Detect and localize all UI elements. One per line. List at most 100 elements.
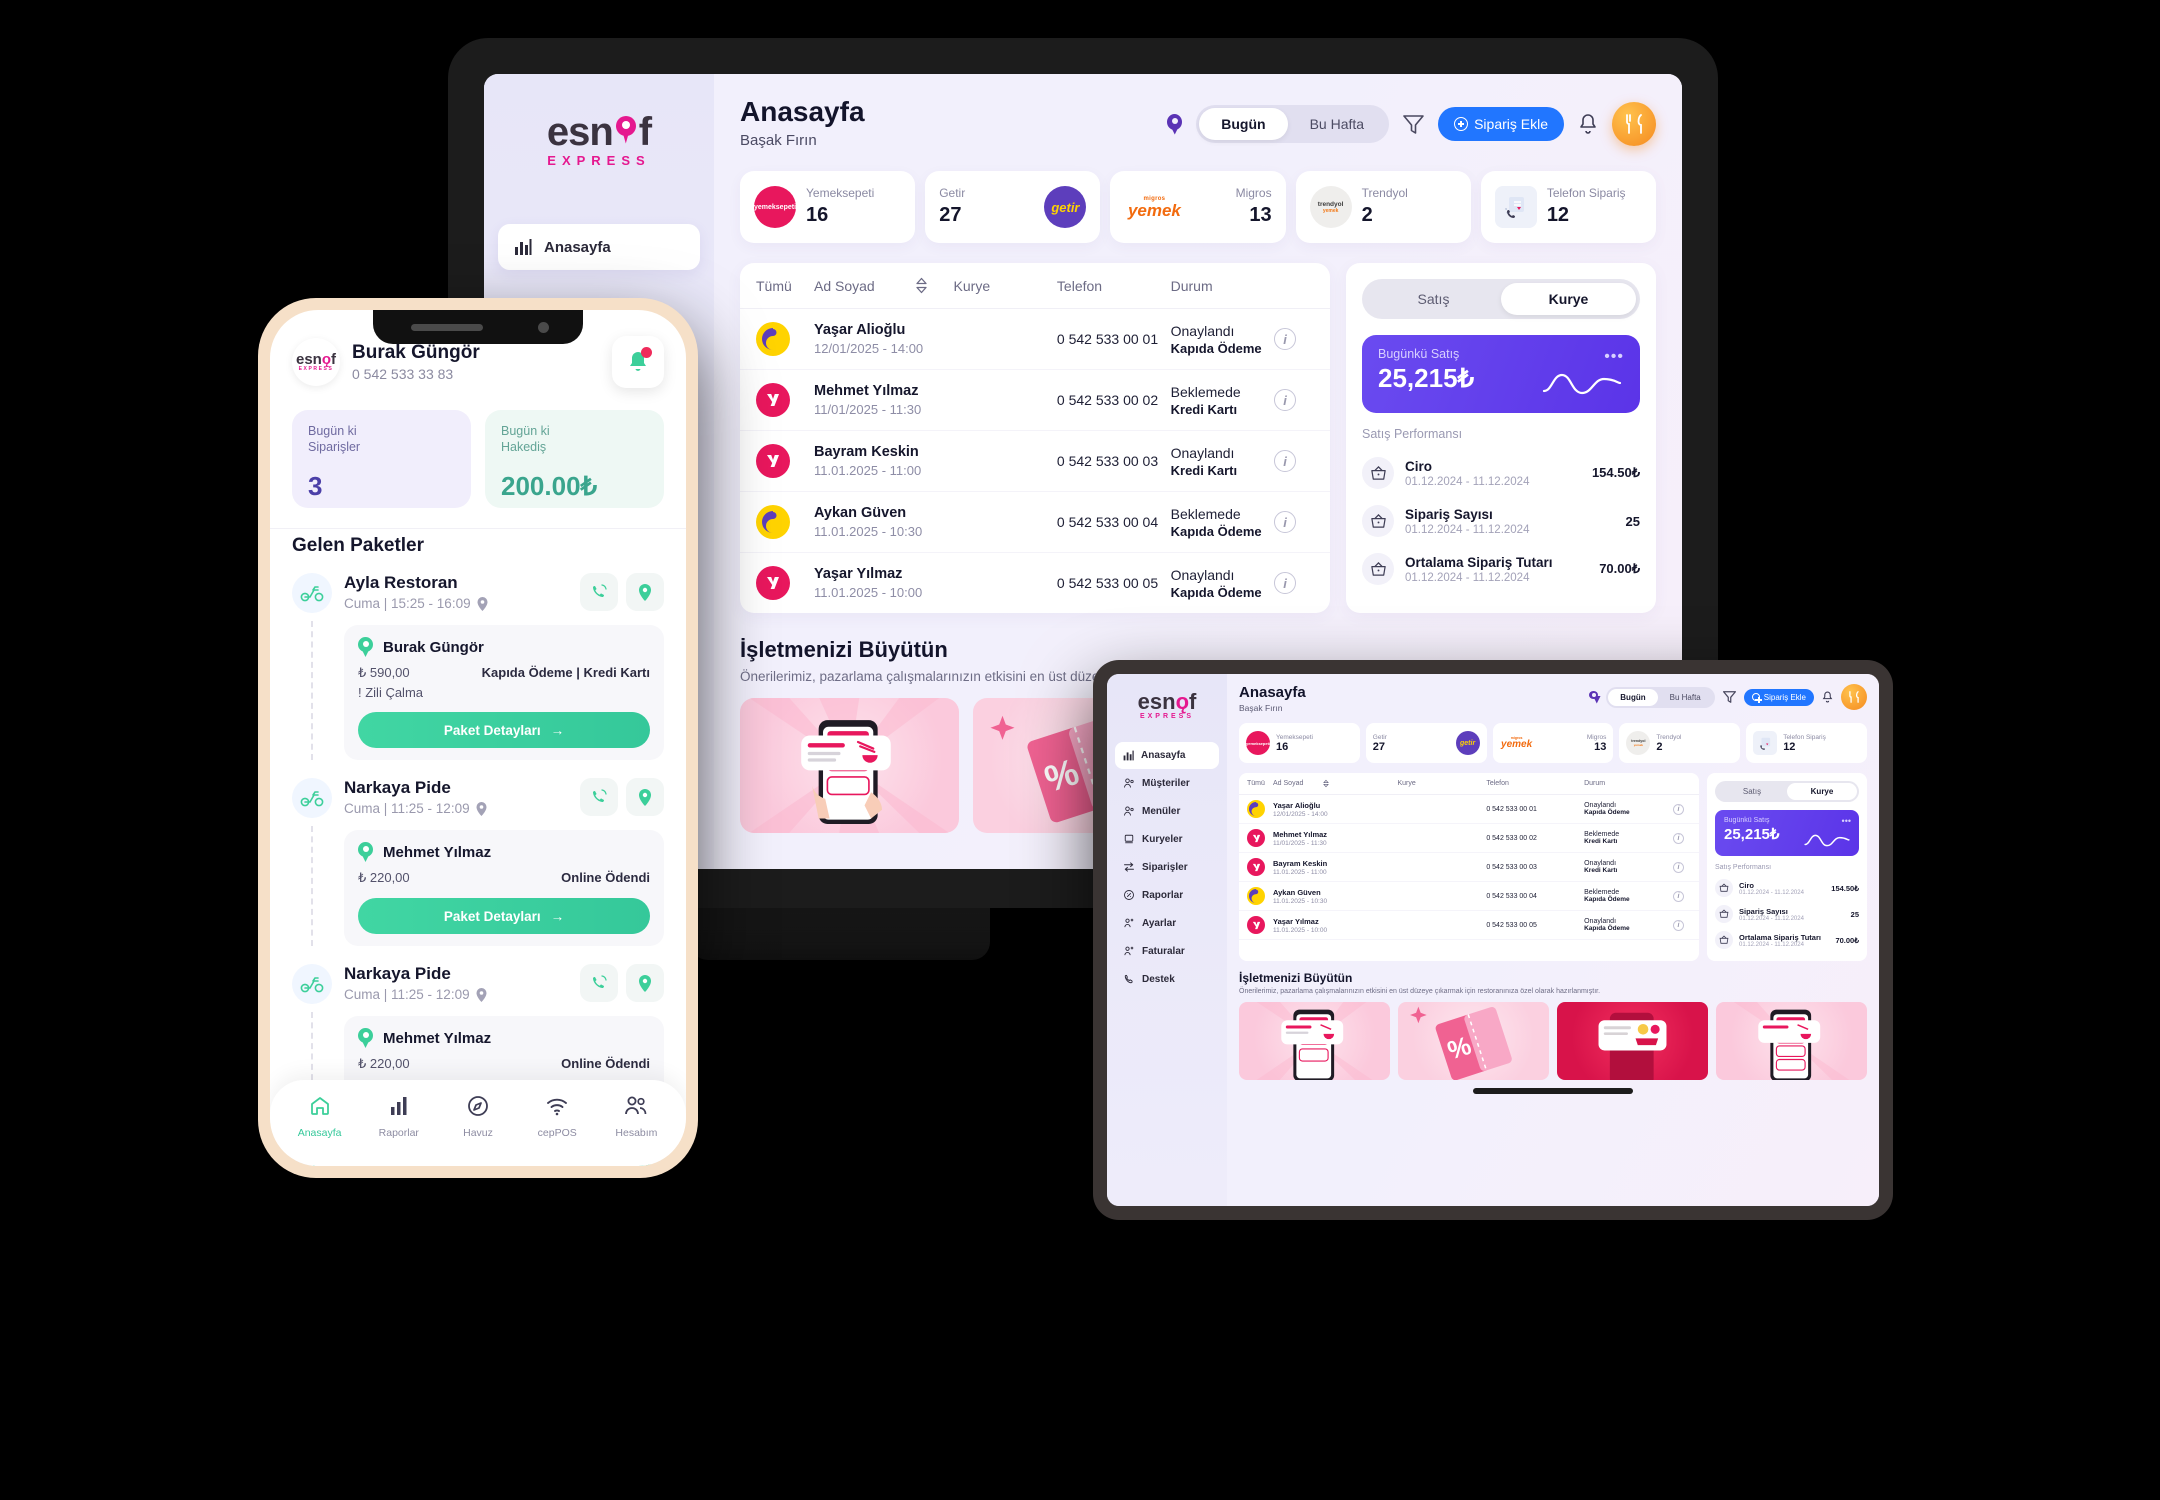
table-row[interactable]: Aykan Güven 11.01.2025 - 10:30 0 542 533 … xyxy=(740,492,1330,553)
sidebar-item-faturalar[interactable]: Faturalar xyxy=(1115,937,1219,965)
platform-card-yemeksepeti[interactable]: yemeksepeti Yemeksepeti 16 xyxy=(740,171,916,243)
info-circle-icon[interactable]: i xyxy=(1673,832,1684,844)
map-pin-icon[interactable] xyxy=(1167,113,1183,135)
sidebar-item-anasayfa[interactable]: Anasayfa xyxy=(498,224,700,270)
bell-icon[interactable] xyxy=(1578,113,1598,135)
motorbike-icon xyxy=(292,778,332,818)
discount-ticket-promo[interactable]: % xyxy=(1398,1002,1549,1080)
home-indicator xyxy=(1473,1088,1633,1094)
phone-menu-promo[interactable] xyxy=(740,698,959,833)
tab-kurye[interactable]: Kurye xyxy=(1501,283,1636,315)
sidebar-item-menuler[interactable]: Menüler xyxy=(1115,797,1219,825)
sidebar-item-ayarlar[interactable]: Ayarlar xyxy=(1115,909,1219,937)
range-option-buhafta[interactable]: Bu Hafta xyxy=(1658,689,1713,706)
info-circle-icon[interactable]: i xyxy=(1274,328,1296,350)
sidebar-item-raporlar[interactable]: Raporlar xyxy=(1115,881,1219,909)
desktop-sidebar-menu: Anasayfa xyxy=(484,204,714,290)
table-row[interactable]: Mehmet Yılmaz 11/01/2025 - 11:30 0 542 533… xyxy=(1239,824,1699,853)
info-circle-icon[interactable]: i xyxy=(1673,919,1684,931)
info-circle-icon[interactable]: i xyxy=(1673,890,1684,902)
table-row[interactable]: Yaşar Alioğlu 12/01/2025 - 14:00 0 542 533… xyxy=(1239,795,1699,824)
call-button[interactable] xyxy=(580,778,618,816)
add-order-button[interactable]: Sipariş Ekle xyxy=(1743,688,1814,706)
column-kurye: Kurye xyxy=(1397,780,1416,787)
monitor-stand xyxy=(690,908,990,960)
sort-updown-icon[interactable] xyxy=(915,277,928,294)
yemeksepeti-logo: yemeksepeti xyxy=(1246,731,1270,755)
info-circle-icon[interactable]: i xyxy=(1274,572,1296,594)
range-option-buhafta[interactable]: Bu Hafta xyxy=(1288,108,1386,140)
tab-satis[interactable]: Satış xyxy=(1717,783,1787,800)
more-dots-icon[interactable]: ••• xyxy=(1604,348,1624,366)
joker-promo[interactable]: JOKER xyxy=(1557,1002,1708,1080)
range-option-bugun[interactable]: Bugün xyxy=(1608,688,1658,706)
nav-item-hesabim[interactable]: Hesabım xyxy=(597,1094,676,1139)
nav-item-ceppos[interactable]: cepPOS xyxy=(518,1094,597,1139)
info-circle-icon[interactable]: i xyxy=(1274,389,1296,411)
sales-tabs[interactable]: Satış Kurye xyxy=(1362,279,1640,319)
platform-card-yemeksepeti[interactable]: yemeksepeti Yemeksepeti 16 xyxy=(1239,723,1360,763)
platform-card-trendyol[interactable]: trendyol yemek Trendyol 2 xyxy=(1295,171,1471,243)
table-row[interactable]: Bayram Keskin 11.01.2025 - 11:00 0 542 533… xyxy=(1239,853,1699,882)
sidebar-item-label: Raporlar xyxy=(1142,889,1184,901)
platform-card-telefon[interactable]: Telefon Sipariş 12 xyxy=(1746,723,1867,763)
info-circle-icon[interactable]: i xyxy=(1274,511,1296,533)
table-row[interactable]: Yaşar Alioğlu 12/01/2025 - 14:00 0 542 53… xyxy=(740,309,1330,370)
tab-satis[interactable]: Satış xyxy=(1366,283,1501,315)
package-item[interactable]: Ayla Restoran Cuma | 15:25 - 16:09 Burak… xyxy=(270,567,686,760)
more-dots-icon[interactable]: ••• xyxy=(1842,816,1851,826)
sidebar-item-siparisler[interactable]: Siparişler xyxy=(1115,853,1219,881)
sidebar-item-anasayfa[interactable]: Anasayfa xyxy=(1115,742,1219,769)
info-circle-icon[interactable]: i xyxy=(1673,803,1684,815)
customer-name: Mehmet Yılmaz xyxy=(383,1029,492,1047)
platform-card-migros[interactable]: migros yemek Migros 13 xyxy=(1110,171,1286,243)
map-pin-icon[interactable] xyxy=(1589,690,1599,704)
phone-brand-express: EXPRESS xyxy=(298,366,334,372)
orders-table: Tümü Ad Soyad Kurye Telefon Durum Yaşar … xyxy=(740,263,1330,613)
platform-card-trendyol[interactable]: trendyol yemek Trendyol 2 xyxy=(1619,723,1741,763)
locate-button[interactable] xyxy=(626,964,664,1002)
platform-card-migros[interactable]: migros yemek Migros 13 xyxy=(1492,723,1614,763)
info-circle-icon[interactable]: i xyxy=(1673,861,1684,873)
locate-button[interactable] xyxy=(626,778,664,816)
performance-row: Ciro 01.12.2024 - 11.12.2024 154.50₺ xyxy=(1715,875,1859,901)
phone-menu-promo[interactable] xyxy=(1239,1002,1390,1080)
filter-funnel-icon[interactable] xyxy=(1722,691,1736,703)
avatar[interactable] xyxy=(1612,102,1656,146)
platform-card-telefon[interactable]: Telefon Sipariş 12 xyxy=(1480,171,1657,243)
sort-updown-icon[interactable] xyxy=(1323,779,1330,788)
add-order-button[interactable]: Sipariş Ekle xyxy=(1438,107,1564,141)
filter-funnel-icon[interactable] xyxy=(1403,114,1424,134)
platform-card-getir[interactable]: getir Getir 27 xyxy=(1365,723,1487,763)
package-details-button[interactable]: Paket Detayları → xyxy=(358,898,650,934)
nav-item-havuz[interactable]: Havuz xyxy=(438,1094,517,1139)
package-item[interactable]: Narkaya Pide Cuma | 11:25 - 12:09 Mehmet… xyxy=(270,772,686,946)
sales-tabs[interactable]: Satış Kurye xyxy=(1715,781,1859,802)
locate-button[interactable] xyxy=(626,573,664,611)
table-row[interactable]: Bayram Keskin 11.01.2025 - 11:00 0 542 53… xyxy=(740,431,1330,492)
bell-icon[interactable] xyxy=(1822,691,1833,703)
sidebar-item-destek[interactable]: Destek xyxy=(1115,965,1219,993)
table-row[interactable]: Yaşar Yılmaz 11.01.2025 - 10:00 0 542 533… xyxy=(740,553,1330,613)
tab-kurye[interactable]: Kurye xyxy=(1787,783,1857,800)
nav-item-anasayfa[interactable]: Anasayfa xyxy=(280,1094,359,1139)
call-button[interactable] xyxy=(580,964,618,1002)
platform-card-getir[interactable]: getir Getir 27 xyxy=(925,171,1101,243)
phone-list-promo[interactable] xyxy=(1716,1002,1867,1080)
notification-button[interactable] xyxy=(612,336,664,388)
avatar[interactable] xyxy=(1841,684,1867,710)
package-details-button[interactable]: Paket Detayları → xyxy=(358,712,650,748)
table-row[interactable]: Yaşar Yılmaz 11.01.2025 - 10:00 0 542 533 … xyxy=(1239,911,1699,940)
table-row[interactable]: Aykan Güven 11.01.2025 - 10:30 0 542 533 0… xyxy=(1239,882,1699,911)
info-circle-icon[interactable]: i xyxy=(1274,450,1296,472)
order-date: 12/01/2025 - 14:00 xyxy=(1273,810,1328,818)
sidebar-item-musteriler[interactable]: Müşteriler xyxy=(1115,769,1219,797)
stat-label: Bugün ki Hakediş xyxy=(501,424,550,454)
date-range-toggle[interactable]: Bugün Bu Hafta xyxy=(1196,105,1390,143)
sidebar-item-kuryeler[interactable]: Kuryeler xyxy=(1115,825,1219,853)
nav-item-raporlar[interactable]: Raporlar xyxy=(359,1094,438,1139)
table-row[interactable]: Mehmet Yılmaz 11/01/2025 - 11:30 0 542 53… xyxy=(740,370,1330,431)
range-option-bugun[interactable]: Bugün xyxy=(1199,108,1288,140)
call-button[interactable] xyxy=(580,573,618,611)
date-range-toggle[interactable]: Bugün Bu Hafta xyxy=(1606,686,1715,708)
